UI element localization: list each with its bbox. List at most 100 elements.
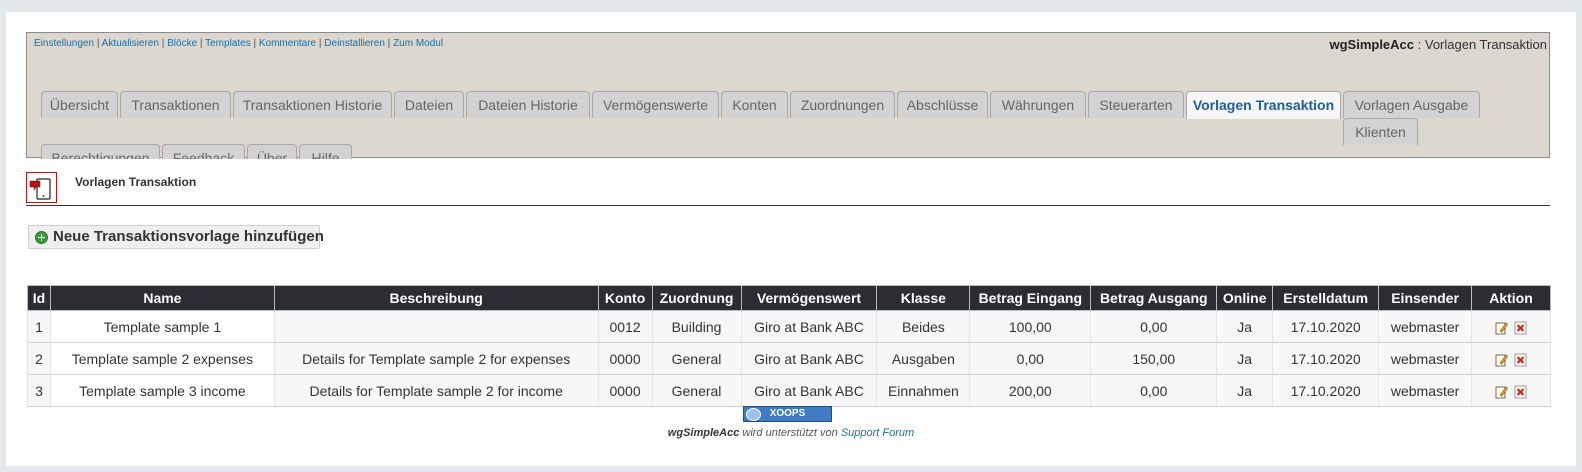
add-transaction-template-button[interactable]: Neue Transaktionsvorlage hinzufügen	[28, 225, 324, 249]
module-name: wgSimpleAcc	[1329, 37, 1415, 52]
link-bloecke[interactable]: Blöcke	[167, 38, 197, 49]
edit-icon[interactable]	[1495, 385, 1508, 399]
col-name[interactable]: Name	[49, 285, 275, 311]
page-icon	[26, 172, 57, 203]
cell-vermoegenswert: Giro at Bank ABC	[740, 374, 878, 407]
col-vermoegenswert[interactable]: Vermögenswert	[740, 285, 878, 311]
cell-aktion	[1471, 374, 1551, 407]
cell-name: Template sample 3 income	[49, 374, 275, 407]
cell-id: 2	[27, 342, 51, 375]
add-button-label: Neue Transaktionsvorlage hinzufügen	[53, 228, 324, 245]
cell-zuordnung: Building	[651, 310, 742, 343]
tab-hilfe[interactable]: Hilfe	[299, 144, 352, 159]
tab-konten[interactable]: Konten	[721, 91, 788, 118]
footer-text: wgSimpleAcc wird unterstützt von Support…	[667, 427, 915, 439]
cell-online: Ja	[1216, 342, 1274, 375]
tab-transaktionen[interactable]: Transaktionen	[120, 91, 231, 118]
link-deinstallieren[interactable]: Deinstallieren	[324, 38, 385, 49]
cell-betrag-ausgang: 150,00	[1090, 342, 1218, 375]
cell-erstelldatum: 17.10.2020	[1272, 374, 1380, 407]
col-betrag-eingang[interactable]: Betrag Eingang	[969, 285, 1092, 311]
cell-beschreibung: Details for Template sample 2 for income	[273, 374, 599, 407]
admin-links: Einstellungen | Aktualisieren | Blöcke |…	[34, 38, 444, 49]
cell-beschreibung	[273, 310, 599, 343]
col-zuordnung[interactable]: Zuordnung	[651, 285, 742, 311]
module-header-panel: Einstellungen | Aktualisieren | Blöcke |…	[26, 32, 1550, 159]
footer-module-name: wgSimpleAcc	[667, 427, 740, 439]
cell-konto: 0012	[597, 310, 653, 343]
tab-zuordnungen[interactable]: Zuordnungen	[790, 91, 895, 118]
cell-aktion	[1471, 342, 1551, 375]
cell-aktion	[1471, 310, 1551, 343]
cell-klasse: Ausgaben	[876, 342, 971, 375]
cell-zuordnung: General	[651, 342, 742, 375]
col-id[interactable]: Id	[27, 285, 51, 311]
table-row: 3 Template sample 3 income Details for T…	[27, 374, 1551, 407]
templates-table: Id Name Beschreibung Konto Zuordnung Ver…	[27, 285, 1551, 407]
tab-feedback[interactable]: Feedback	[162, 144, 245, 159]
col-klasse[interactable]: Klasse	[876, 285, 971, 311]
tab-uebersicht[interactable]: Übersicht	[41, 91, 118, 118]
module-page: Vorlagen Transaktion	[1424, 37, 1547, 52]
cell-betrag-ausgang: 0,00	[1090, 310, 1218, 343]
cell-name: Template sample 2 expenses	[49, 342, 275, 375]
tab-dateien-historie[interactable]: Dateien Historie	[466, 91, 590, 118]
page-header: Vorlagen Transaktion	[26, 172, 1550, 206]
cell-id: 3	[27, 374, 51, 407]
link-einstellungen[interactable]: Einstellungen	[34, 38, 94, 49]
tab-ueber[interactable]: Über	[247, 144, 297, 159]
cell-beschreibung: Details for Template sample 2 for expens…	[273, 342, 599, 375]
cell-vermoegenswert: Giro at Bank ABC	[740, 310, 878, 343]
tab-berechtigungen[interactable]: Berechtigungen	[41, 144, 160, 159]
col-erstelldatum[interactable]: Erstelldatum	[1272, 285, 1380, 311]
cell-online: Ja	[1216, 374, 1274, 407]
cell-erstelldatum: 17.10.2020	[1272, 310, 1380, 343]
add-icon	[35, 231, 48, 244]
delete-icon[interactable]	[1514, 353, 1527, 367]
col-konto[interactable]: Konto	[597, 285, 653, 311]
tab-vorlagen-transaktion[interactable]: Vorlagen Transaktion	[1186, 91, 1341, 119]
link-kommentare[interactable]: Kommentare	[259, 38, 316, 49]
col-betrag-ausgang[interactable]: Betrag Ausgang	[1090, 285, 1218, 311]
cell-klasse: Beides	[876, 310, 971, 343]
cell-online: Ja	[1216, 310, 1274, 343]
link-templates[interactable]: Templates	[205, 38, 251, 49]
edit-icon[interactable]	[1495, 353, 1508, 367]
tab-transaktionen-historie[interactable]: Transaktionen Historie	[233, 91, 392, 118]
col-aktion: Aktion	[1471, 285, 1551, 311]
cell-betrag-eingang: 200,00	[969, 374, 1092, 407]
module-title: wgSimpleAcc : Vorlagen Transaktion	[1329, 37, 1547, 52]
tab-abschluesse[interactable]: Abschlüsse	[897, 91, 988, 118]
page-title: Vorlagen Transaktion	[75, 175, 197, 189]
table-header-row: Id Name Beschreibung Konto Zuordnung Ver…	[27, 285, 1551, 311]
col-online[interactable]: Online	[1216, 285, 1274, 311]
cell-betrag-ausgang: 0,00	[1090, 374, 1218, 407]
cell-betrag-eingang: 100,00	[969, 310, 1092, 343]
table-row: 2 Template sample 2 expenses Details for…	[27, 342, 1551, 375]
link-zum-modul[interactable]: Zum Modul	[393, 38, 443, 49]
delete-icon[interactable]	[1514, 321, 1527, 335]
globe-icon	[746, 408, 761, 421]
cell-betrag-eingang: 0,00	[969, 342, 1092, 375]
cell-vermoegenswert: Giro at Bank ABC	[740, 342, 878, 375]
delete-icon[interactable]	[1514, 385, 1527, 399]
cell-erstelldatum: 17.10.2020	[1272, 342, 1380, 375]
col-einsender[interactable]: Einsender	[1378, 285, 1473, 311]
tab-waehrungen[interactable]: Währungen	[990, 91, 1086, 118]
tab-klienten[interactable]: Klienten	[1343, 118, 1418, 145]
table-row: 1 Template sample 1 0012 Building Giro a…	[27, 310, 1551, 343]
tab-vorlagen-ausgabe[interactable]: Vorlagen Ausgabe	[1343, 91, 1480, 118]
cell-konto: 0000	[597, 374, 653, 407]
cell-einsender: webmaster	[1378, 342, 1473, 375]
cell-konto: 0000	[597, 342, 653, 375]
tab-dateien[interactable]: Dateien	[394, 91, 464, 118]
xoops-logo[interactable]: XOOPS	[743, 406, 832, 422]
support-forum-link[interactable]: Support Forum	[841, 427, 914, 439]
tab-steuerarten[interactable]: Steuerarten	[1088, 91, 1184, 118]
link-aktualisieren[interactable]: Aktualisieren	[102, 38, 159, 49]
col-beschreibung[interactable]: Beschreibung	[273, 285, 599, 311]
cell-zuordnung: General	[651, 374, 742, 407]
cell-name: Template sample 1	[49, 310, 275, 343]
tab-vermoegenswerte[interactable]: Vermögenswerte	[592, 91, 719, 118]
edit-icon[interactable]	[1495, 321, 1508, 335]
